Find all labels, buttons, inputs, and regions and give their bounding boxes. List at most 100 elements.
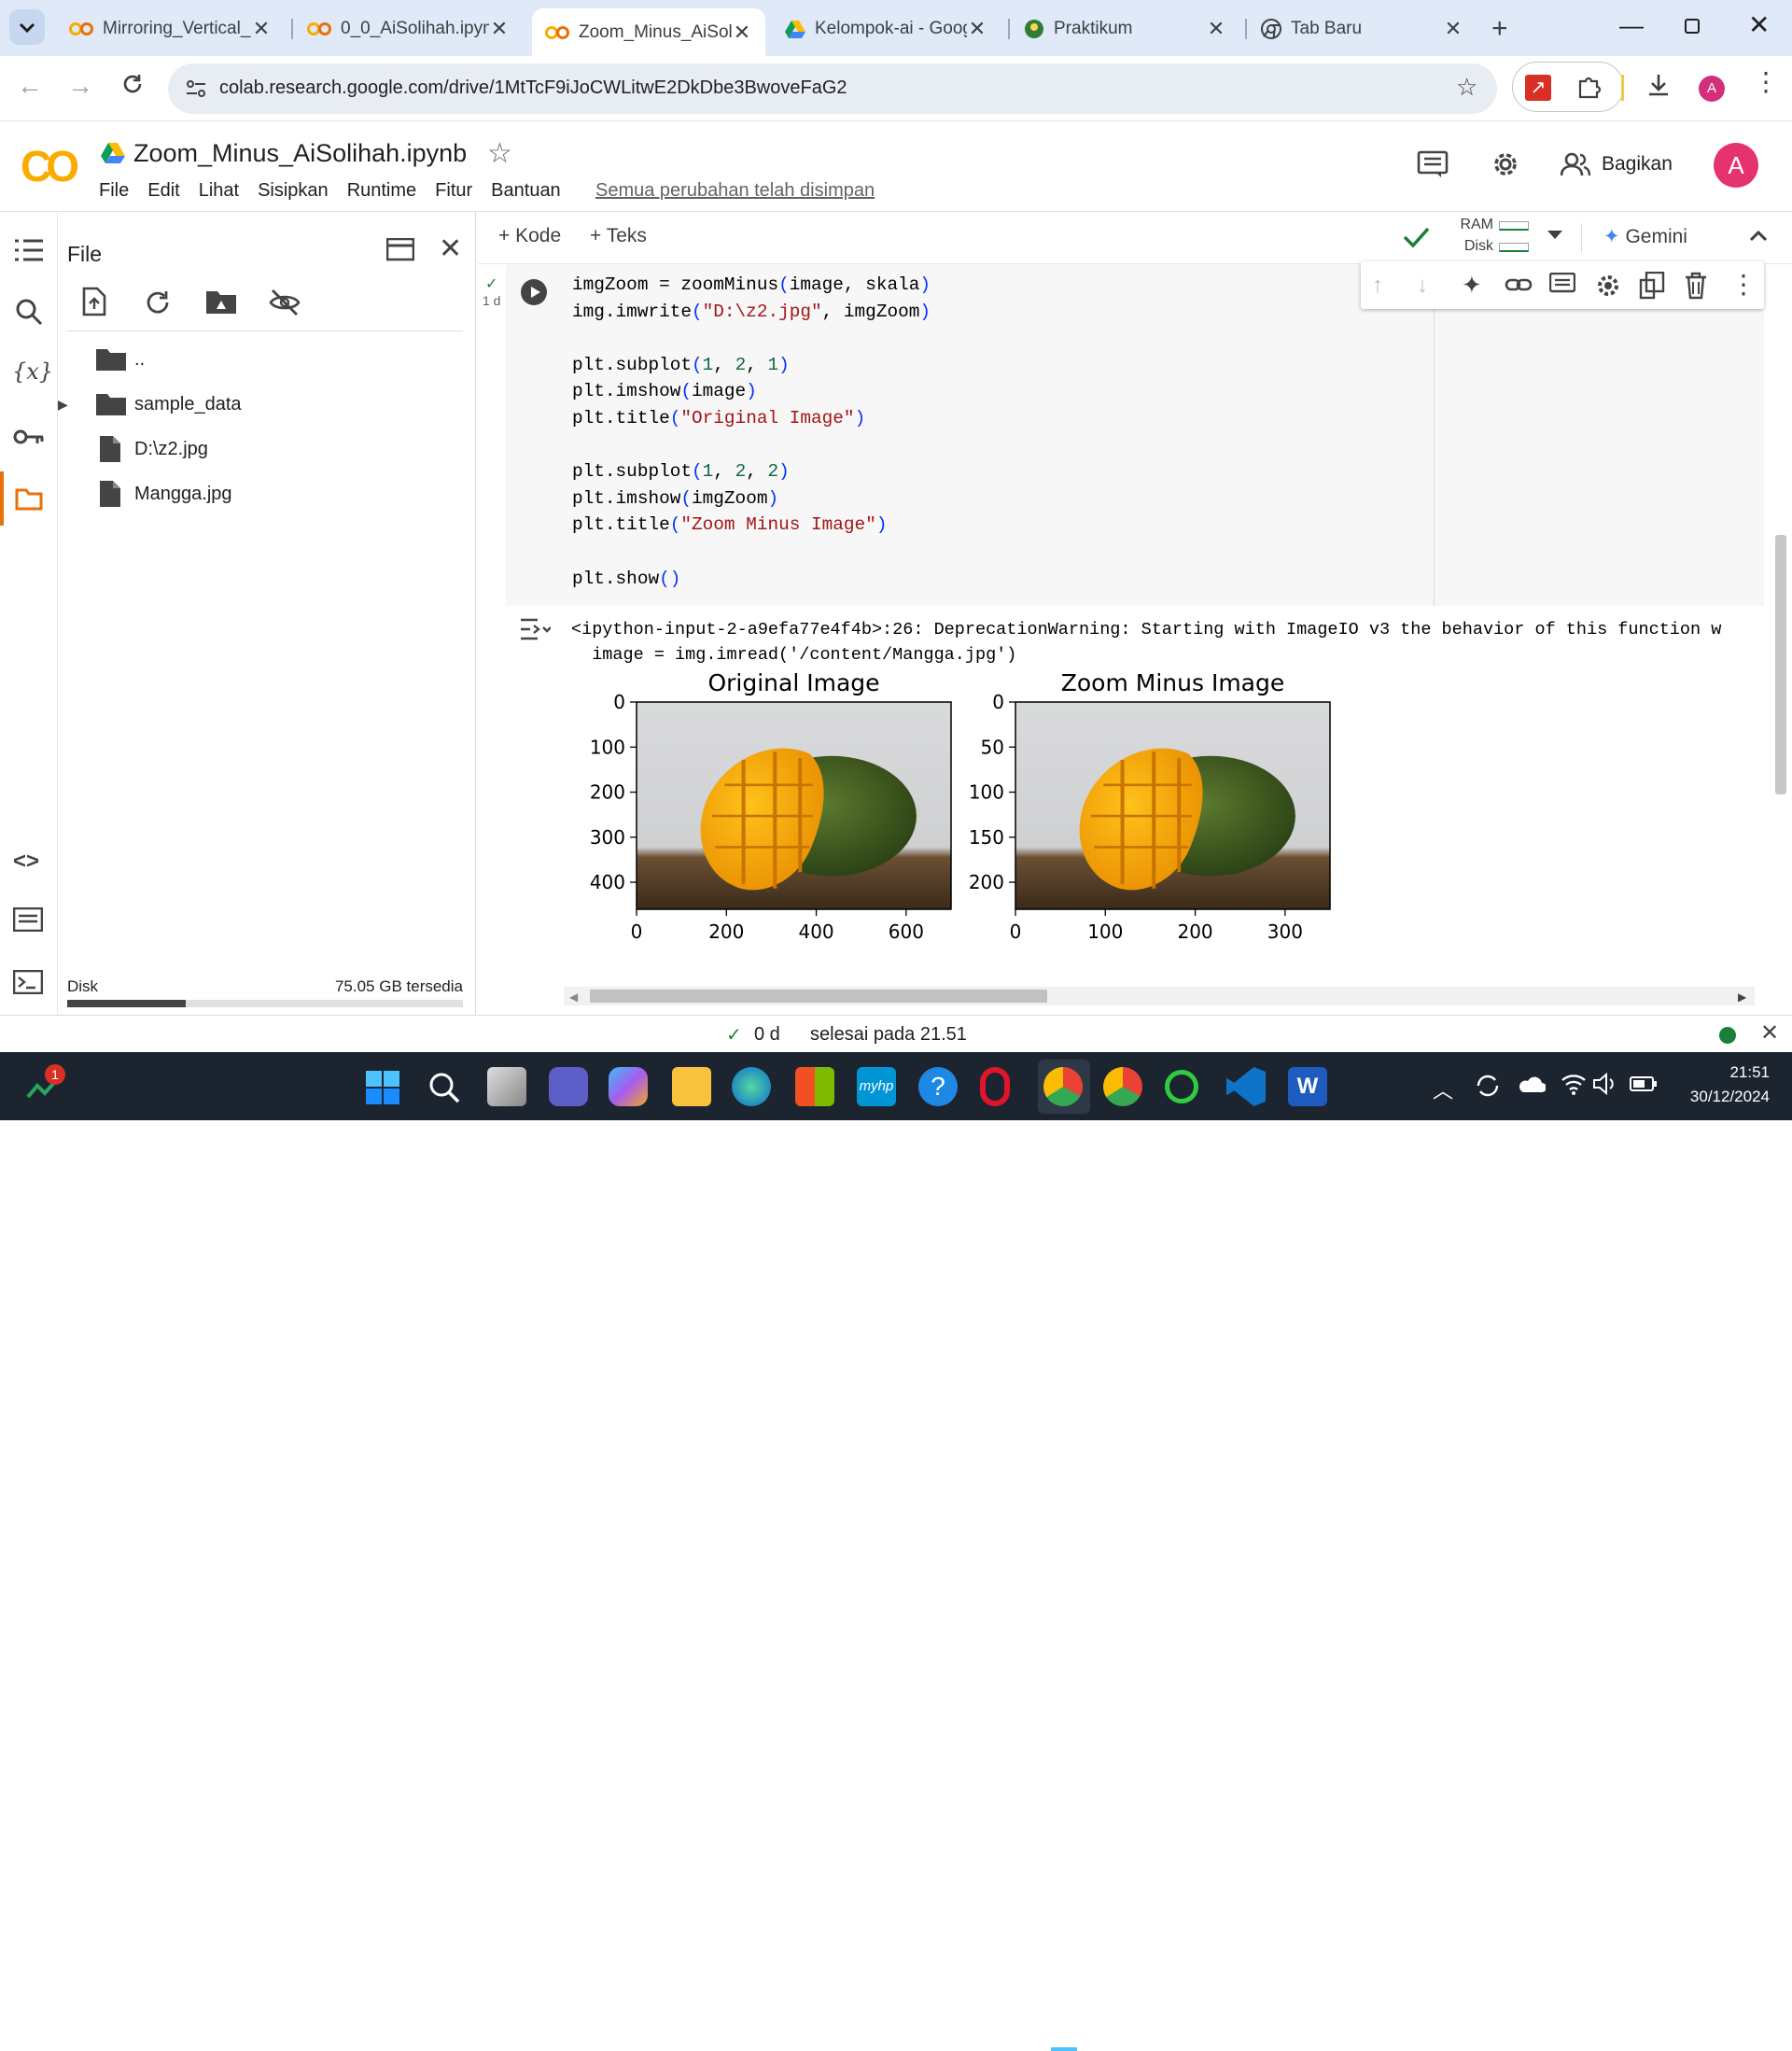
bookmark-star-icon[interactable]: ☆ [1456,73,1477,102]
close-pane-button[interactable]: ✕ [439,232,462,265]
minimize-button[interactable]: — [1619,11,1644,40]
browser-tab[interactable]: Zoom_Minus_AiSolihah✕ [532,8,765,56]
browser-tab[interactable]: Mirroring_Vertical_ ✕ [56,8,285,49]
user-avatar[interactable]: A [1714,143,1758,188]
output-horizontal-scrollbar[interactable]: ◀ ▶ [564,987,1755,1005]
menu-item[interactable]: Fitur [435,180,472,202]
file-tree-item[interactable]: ▶ sample_data [58,382,469,427]
clock-date[interactable]: 30/12/2024 [1652,1088,1770,1106]
code-snippets-icon[interactable]: <> [13,849,39,875]
file-explorer-icon[interactable] [672,1067,711,1106]
sync-app-icon[interactable] [1165,1070,1198,1103]
file-tree-item[interactable]: D:\z2.jpg [58,427,469,471]
site-info-icon[interactable] [185,78,207,99]
search-icon[interactable] [15,298,43,326]
connected-check-icon[interactable] [1402,225,1430,249]
task-view-icon[interactable] [487,1067,526,1106]
gemini-sparkle-icon[interactable]: ✦ [1462,271,1482,300]
move-down-icon[interactable]: ↓ [1417,273,1428,299]
share-button[interactable]: Bagikan [1602,153,1673,176]
edge-icon[interactable] [732,1067,771,1106]
clock-time[interactable]: 21:51 [1652,1063,1770,1082]
chrome-profile-icon[interactable] [1103,1067,1142,1106]
mirror-cell-icon[interactable] [1639,272,1665,300]
tray-chevron-icon[interactable]: ︿ [1433,1075,1453,1104]
scroll-thumb[interactable] [590,990,1047,1003]
output-actions-icon[interactable] [519,617,551,641]
store-icon[interactable] [795,1067,834,1106]
browser-tab[interactable]: 0_0_AiSolihah.ipynb ✕ [294,8,523,49]
notebook-vertical-scrollbar[interactable] [1775,535,1786,794]
volume-icon[interactable] [1592,1073,1618,1095]
forward-button[interactable]: → [67,71,93,101]
notebook-title[interactable]: Zoom_Minus_AiSolihah.ipynb [133,139,467,168]
runtime-dropdown[interactable] [1546,229,1564,242]
code-cell[interactable]: imgZoom = zoomMinus(image, skala) img.imw… [506,264,1764,606]
onedrive-icon[interactable] [1518,1076,1546,1093]
mount-drive-button[interactable] [205,288,237,315]
myhp-icon[interactable]: myhp [857,1067,896,1106]
collapse-header-button[interactable] [1747,225,1770,247]
code-editor[interactable]: imgZoom = zoomMinus(image, skala) img.imw… [572,272,931,592]
file-tree-item[interactable]: Mangga.jpg [58,471,469,516]
toggle-hidden-button[interactable] [269,288,301,316]
help-icon[interactable]: ? [918,1067,958,1106]
tab-search-button[interactable] [9,9,45,45]
menu-item[interactable]: Runtime [347,180,416,202]
command-palette-icon[interactable] [13,907,43,932]
expand-caret-icon[interactable]: ▶ [58,397,68,413]
toc-icon[interactable] [15,238,43,262]
address-bar[interactable]: colab.research.google.com/drive/1MtTcF9i… [168,63,1497,114]
key-icon[interactable] [13,427,45,447]
share-people-icon[interactable] [1561,152,1590,176]
sync-tray-icon[interactable] [1475,1073,1501,1099]
pdf-extension-icon[interactable]: ↗ [1525,75,1551,101]
add-code-button[interactable]: + Kode [498,225,561,247]
close-tab-icon[interactable]: ✕ [967,17,987,41]
refresh-button[interactable] [144,288,172,316]
close-tab-icon[interactable]: ✕ [1206,17,1226,41]
scroll-right-arrow[interactable]: ▶ [1738,990,1746,1004]
link-icon[interactable] [1505,274,1533,296]
browser-menu-button[interactable]: ⋮ [1753,69,1779,95]
reload-button[interactable] [119,71,146,97]
move-up-icon[interactable]: ↑ [1372,273,1383,299]
teams-icon[interactable] [549,1067,588,1106]
chrome-icon[interactable] [1043,1067,1083,1106]
disk-meter[interactable] [1499,243,1529,252]
browser-tab[interactable]: Praktikum ✕ [1011,8,1239,49]
wifi-icon[interactable] [1561,1073,1587,1095]
delete-icon[interactable] [1684,272,1708,300]
terminal-icon[interactable] [13,970,43,994]
more-options-icon[interactable]: ⋮ [1730,269,1757,300]
close-status-icon[interactable]: ✕ [1760,1019,1779,1047]
menu-item[interactable]: File [99,180,129,202]
word-icon[interactable]: W [1288,1067,1327,1106]
status-message[interactable]: selesai pada 21.51 [810,1024,967,1046]
new-tab-button[interactable]: + [1491,13,1508,45]
run-cell-button[interactable] [521,279,547,305]
close-tab-icon[interactable]: ✕ [489,17,510,41]
comments-button[interactable] [1417,150,1449,178]
windows-start-icon[interactable] [366,1071,399,1104]
close-tab-icon[interactable]: ✕ [1443,17,1463,41]
open-in-tab-button[interactable] [386,238,414,262]
file-tree-item[interactable]: .. [58,337,469,382]
gear-icon[interactable] [1594,272,1622,300]
add-text-button[interactable]: + Teks [590,225,647,247]
download-button[interactable] [1645,71,1673,99]
menu-item[interactable]: Bantuan [491,180,561,202]
scroll-left-arrow[interactable]: ◀ [569,990,578,1004]
ram-meter[interactable] [1499,221,1529,231]
save-status-link[interactable]: Semua perubahan telah disimpan [595,180,875,202]
star-icon[interactable]: ☆ [487,137,512,170]
menu-item[interactable]: Sisipkan [258,180,329,202]
search-icon[interactable] [427,1071,461,1104]
close-window-button[interactable]: ✕ [1748,9,1770,40]
close-tab-icon[interactable]: ✕ [732,21,752,45]
gemini-button[interactable]: ✦ Gemini [1603,225,1687,248]
profile-avatar[interactable]: A [1699,76,1725,102]
menu-item[interactable]: Lihat [199,180,239,202]
variables-icon[interactable]: {x} [12,358,53,385]
back-button[interactable]: ← [17,71,43,101]
